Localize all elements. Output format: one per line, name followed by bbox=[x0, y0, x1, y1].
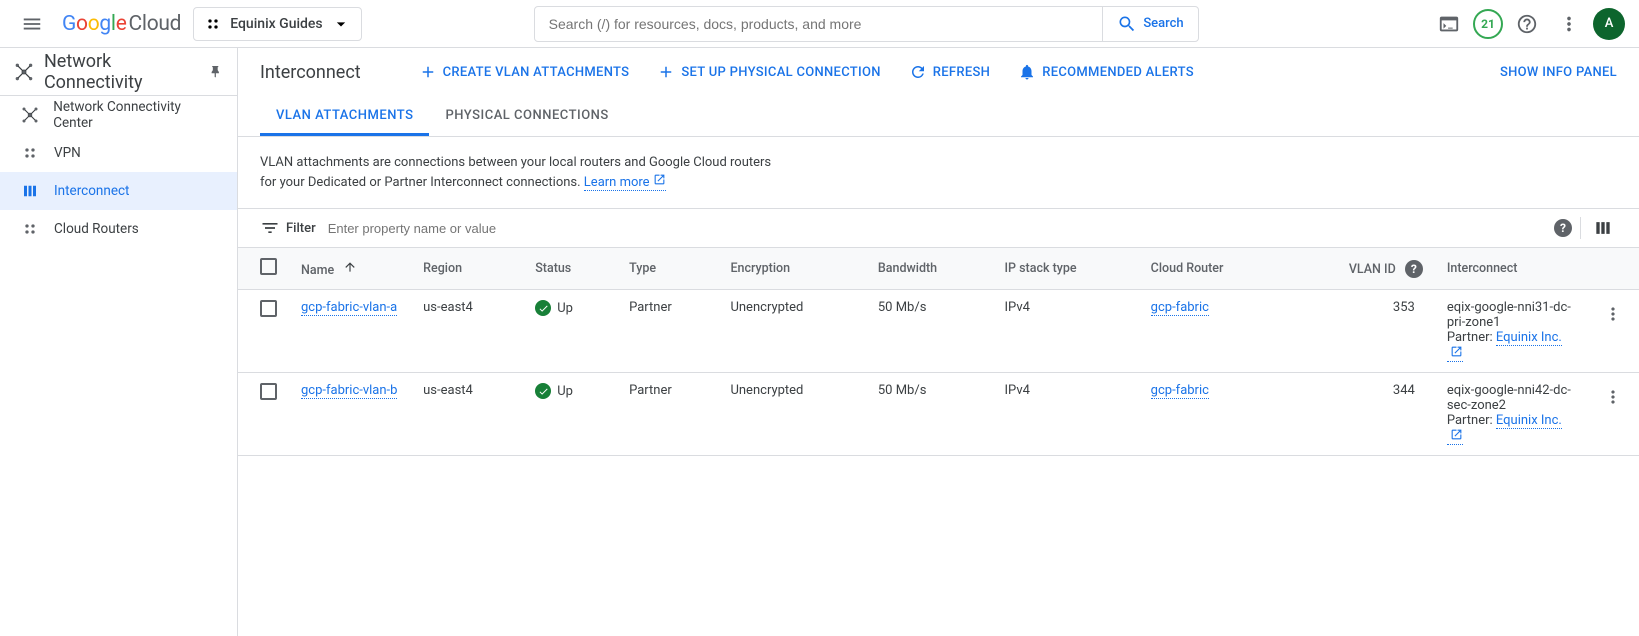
vlan-table: Name Region Status Type Encryption Bandw… bbox=[238, 248, 1639, 456]
sidebar-item-label: Cloud Routers bbox=[54, 221, 139, 237]
cell-status: Up bbox=[535, 300, 605, 316]
status-ok-icon bbox=[535, 383, 551, 399]
external-link-icon bbox=[653, 173, 666, 186]
sidebar-item-vpn[interactable]: VPN bbox=[0, 134, 237, 172]
cloud-shell-icon[interactable] bbox=[1431, 6, 1467, 42]
row-more-icon[interactable] bbox=[1599, 383, 1627, 411]
create-vlan-button[interactable]: CREATE VLAN ATTACHMENTS bbox=[419, 63, 630, 81]
sidebar-item-label: Interconnect bbox=[54, 183, 129, 199]
search-bar: Search bbox=[534, 6, 1199, 42]
network-connectivity-icon bbox=[14, 61, 34, 83]
interconnect-icon bbox=[20, 182, 40, 200]
sidebar-item-interconnect[interactable]: Interconnect bbox=[0, 172, 237, 210]
filter-icon bbox=[260, 218, 280, 238]
filter-help-icon[interactable]: ? bbox=[1554, 219, 1572, 237]
avatar[interactable]: A bbox=[1593, 8, 1625, 40]
sidebar-item-label: VPN bbox=[54, 145, 81, 161]
sidebar-item-label: Network Connectivity Center bbox=[53, 99, 217, 131]
cell-interconnect: eqix-google-nni42-dc-sec-zone2 bbox=[1447, 383, 1575, 413]
status-ok-icon bbox=[535, 300, 551, 316]
search-button[interactable]: Search bbox=[1102, 7, 1197, 41]
cell-encryption: Unencrypted bbox=[718, 290, 865, 373]
setup-physical-button[interactable]: SET UP PHYSICAL CONNECTION bbox=[657, 63, 880, 81]
cell-vlanid: 344 bbox=[1286, 373, 1435, 456]
sidebar-item-cloud-routers[interactable]: Cloud Routers bbox=[0, 210, 237, 248]
cell-bandwidth: 50 Mb/s bbox=[866, 373, 993, 456]
more-icon[interactable] bbox=[1551, 6, 1587, 42]
ncc-icon bbox=[20, 106, 39, 124]
external-link-icon bbox=[1450, 345, 1463, 358]
filter-input[interactable] bbox=[326, 220, 1554, 237]
sort-asc-icon bbox=[343, 260, 357, 274]
sidebar-item-ncc[interactable]: Network Connectivity Center bbox=[0, 96, 237, 134]
help-icon[interactable] bbox=[1509, 6, 1545, 42]
cloud-router-link[interactable]: gcp-fabric bbox=[1151, 383, 1209, 399]
columns-icon[interactable] bbox=[1589, 214, 1617, 242]
vpn-icon bbox=[20, 144, 40, 162]
add-icon bbox=[657, 63, 675, 81]
col-name[interactable]: Name bbox=[289, 248, 411, 290]
row-more-icon[interactable] bbox=[1599, 300, 1627, 328]
filter-label: Filter bbox=[286, 221, 316, 236]
bell-icon bbox=[1018, 63, 1036, 81]
router-icon bbox=[20, 220, 40, 238]
col-region[interactable]: Region bbox=[411, 248, 523, 290]
cell-type: Partner bbox=[617, 290, 718, 373]
cell-region: us-east4 bbox=[411, 373, 523, 456]
trial-badge[interactable]: 21 bbox=[1473, 9, 1503, 39]
col-interconnect[interactable]: Interconnect bbox=[1435, 248, 1587, 290]
project-picker[interactable]: Equinix Guides bbox=[193, 7, 361, 41]
project-icon bbox=[204, 15, 222, 33]
refresh-button[interactable]: REFRESH bbox=[909, 63, 990, 81]
attachment-name-link[interactable]: gcp-fabric-vlan-b bbox=[301, 383, 397, 399]
sidebar-title: Network Connectivity bbox=[44, 51, 199, 93]
project-name: Equinix Guides bbox=[230, 16, 322, 32]
col-encryption[interactable]: Encryption bbox=[718, 248, 865, 290]
partner-label: Partner: bbox=[1447, 330, 1496, 345]
cell-ipstack: IPv4 bbox=[992, 290, 1138, 373]
add-icon bbox=[419, 63, 437, 81]
partner-label: Partner: bbox=[1447, 413, 1496, 428]
search-icon bbox=[1117, 14, 1137, 34]
cell-encryption: Unencrypted bbox=[718, 373, 865, 456]
learn-more-link[interactable]: Learn more bbox=[584, 175, 666, 191]
table-row: gcp-fabric-vlan-a us-east4 Up Partner Un… bbox=[238, 290, 1639, 373]
cell-ipstack: IPv4 bbox=[992, 373, 1138, 456]
col-router[interactable]: Cloud Router bbox=[1139, 248, 1286, 290]
row-checkbox[interactable] bbox=[260, 300, 277, 317]
recommended-alerts-button[interactable]: RECOMMENDED ALERTS bbox=[1018, 63, 1194, 81]
select-all-checkbox[interactable] bbox=[260, 258, 277, 275]
menu-icon[interactable] bbox=[14, 6, 50, 42]
refresh-icon bbox=[909, 63, 927, 81]
cell-bandwidth: 50 Mb/s bbox=[866, 290, 993, 373]
table-row: gcp-fabric-vlan-b us-east4 Up Partner Un… bbox=[238, 373, 1639, 456]
col-type[interactable]: Type bbox=[617, 248, 718, 290]
search-input[interactable] bbox=[535, 7, 1103, 41]
attachment-name-link[interactable]: gcp-fabric-vlan-a bbox=[301, 300, 397, 316]
show-info-panel-button[interactable]: SHOW INFO PANEL bbox=[1500, 65, 1617, 80]
col-status[interactable]: Status bbox=[523, 248, 617, 290]
vlanid-help-icon[interactable]: ? bbox=[1405, 260, 1423, 278]
cell-vlanid: 353 bbox=[1286, 290, 1435, 373]
col-ipstack[interactable]: IP stack type bbox=[992, 248, 1138, 290]
col-bandwidth[interactable]: Bandwidth bbox=[866, 248, 993, 290]
cell-type: Partner bbox=[617, 373, 718, 456]
tab-vlan-attachments[interactable]: VLAN ATTACHMENTS bbox=[260, 96, 429, 136]
pin-icon[interactable] bbox=[208, 64, 223, 80]
google-cloud-logo[interactable]: Google Cloud bbox=[62, 12, 181, 36]
tab-physical-connections[interactable]: PHYSICAL CONNECTIONS bbox=[429, 96, 624, 136]
row-checkbox[interactable] bbox=[260, 383, 277, 400]
cell-region: us-east4 bbox=[411, 290, 523, 373]
external-link-icon bbox=[1450, 428, 1463, 441]
cell-interconnect: eqix-google-nni31-dc-pri-zone1 bbox=[1447, 300, 1575, 330]
page-title: Interconnect bbox=[260, 62, 361, 83]
cell-status: Up bbox=[535, 383, 605, 399]
sidebar-header: Network Connectivity bbox=[0, 48, 237, 96]
cloud-router-link[interactable]: gcp-fabric bbox=[1151, 300, 1209, 316]
description: VLAN attachments are connections between… bbox=[238, 137, 798, 208]
dropdown-icon bbox=[331, 14, 351, 34]
col-vlanid[interactable]: VLAN ID ? bbox=[1286, 248, 1435, 290]
